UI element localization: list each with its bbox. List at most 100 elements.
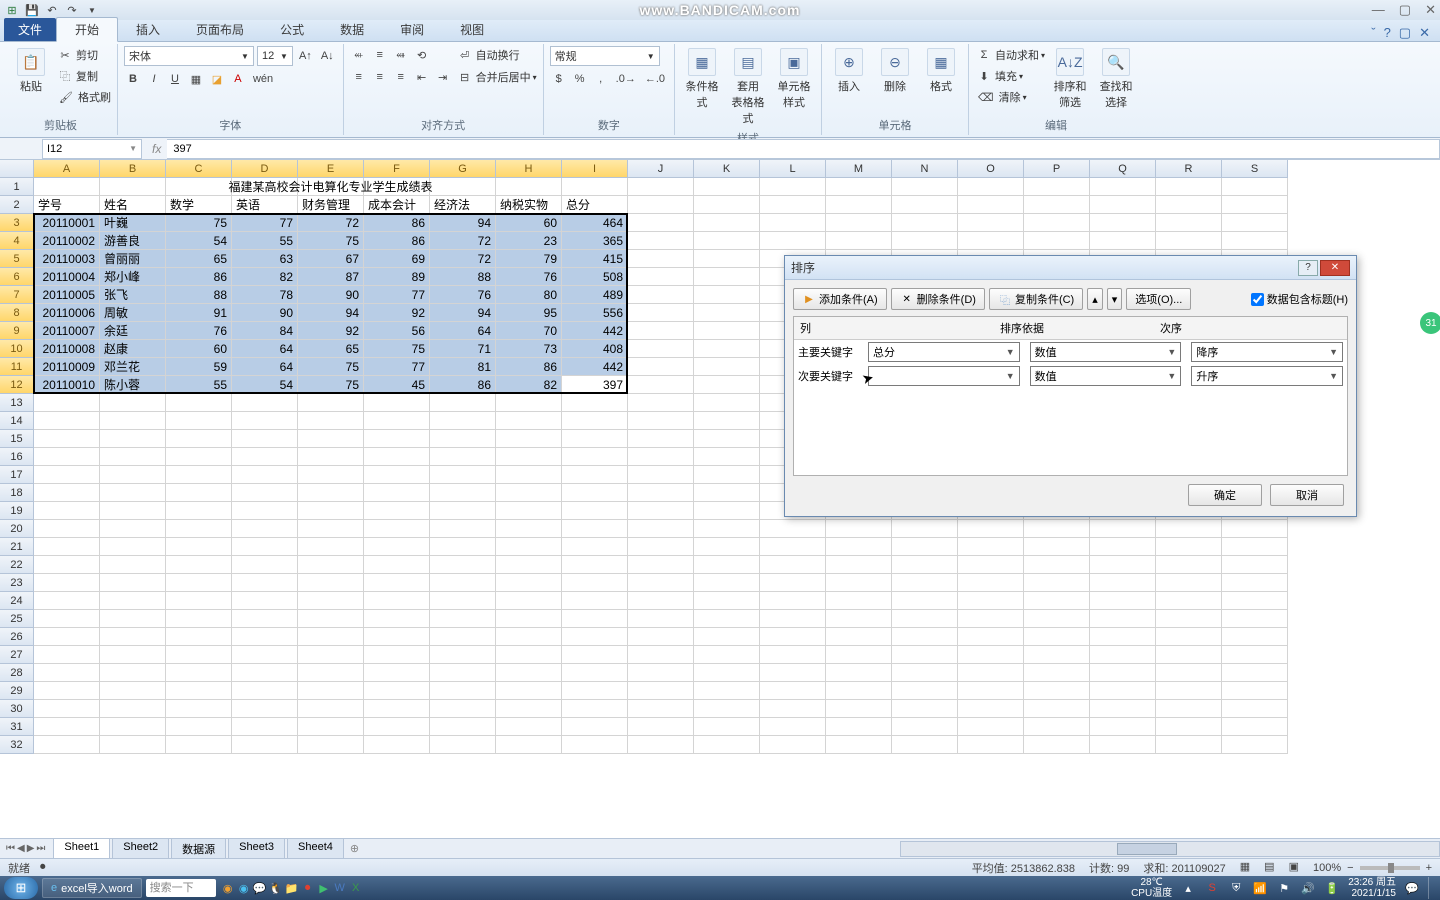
cell-P26[interactable]: [1024, 628, 1090, 646]
cell-K29[interactable]: [694, 682, 760, 700]
cell-D5[interactable]: 63: [232, 250, 298, 268]
cell-I29[interactable]: [562, 682, 628, 700]
cell-S26[interactable]: [1222, 628, 1288, 646]
delete-button[interactable]: ⊖删除: [874, 46, 916, 96]
col-header-B[interactable]: B: [100, 160, 166, 178]
cell-Q24[interactable]: [1090, 592, 1156, 610]
cell-A24[interactable]: [34, 592, 100, 610]
cell-J10[interactable]: [628, 340, 694, 358]
cell-B18[interactable]: [100, 484, 166, 502]
cell-H22[interactable]: [496, 556, 562, 574]
cell-D29[interactable]: [232, 682, 298, 700]
maximize-icon[interactable]: ▢: [1399, 2, 1411, 18]
cell-J16[interactable]: [628, 448, 694, 466]
cell-P32[interactable]: [1024, 736, 1090, 754]
cell-K10[interactable]: [694, 340, 760, 358]
row-header-14[interactable]: 14: [0, 412, 34, 430]
row-header-21[interactable]: 21: [0, 538, 34, 556]
cell-K32[interactable]: [694, 736, 760, 754]
cell-C27[interactable]: [166, 646, 232, 664]
cell-I2[interactable]: 总分: [562, 196, 628, 214]
cell-E12[interactable]: 75: [298, 376, 364, 394]
percent-icon[interactable]: %: [571, 70, 589, 88]
cell-C23[interactable]: [166, 574, 232, 592]
cell-B11[interactable]: 邓兰花: [100, 358, 166, 376]
cell-A15[interactable]: [34, 430, 100, 448]
cell-J30[interactable]: [628, 700, 694, 718]
tab-review[interactable]: 审阅: [382, 18, 442, 41]
cell-D23[interactable]: [232, 574, 298, 592]
cell-J31[interactable]: [628, 718, 694, 736]
cell-L4[interactable]: [760, 232, 826, 250]
cell-B13[interactable]: [100, 394, 166, 412]
cell-K21[interactable]: [694, 538, 760, 556]
inc-decimal-icon[interactable]: .0→: [613, 70, 639, 88]
sheet-tab-数据源[interactable]: 数据源: [171, 838, 226, 859]
cell-J22[interactable]: [628, 556, 694, 574]
cell-A10[interactable]: 20110008: [34, 340, 100, 358]
cell-N22[interactable]: [892, 556, 958, 574]
cell-A26[interactable]: [34, 628, 100, 646]
cell-D31[interactable]: [232, 718, 298, 736]
cell-A12[interactable]: 20110010: [34, 376, 100, 394]
cell-H25[interactable]: [496, 610, 562, 628]
cell-J18[interactable]: [628, 484, 694, 502]
cell-H24[interactable]: [496, 592, 562, 610]
insert-button[interactable]: ⊕插入: [828, 46, 870, 96]
cell-O20[interactable]: [958, 520, 1024, 538]
sheet-tab-Sheet3[interactable]: Sheet3: [228, 838, 285, 859]
cell-A2[interactable]: 学号: [34, 196, 100, 214]
row-header-12[interactable]: 12: [0, 376, 34, 394]
cell-Q25[interactable]: [1090, 610, 1156, 628]
cell-F26[interactable]: [364, 628, 430, 646]
cell-C19[interactable]: [166, 502, 232, 520]
cell-A6[interactable]: 20110004: [34, 268, 100, 286]
cell-M21[interactable]: [826, 538, 892, 556]
cell-C30[interactable]: [166, 700, 232, 718]
cell-B28[interactable]: [100, 664, 166, 682]
cell-D13[interactable]: [232, 394, 298, 412]
cell-O32[interactable]: [958, 736, 1024, 754]
cell-B3[interactable]: 叶巍: [100, 214, 166, 232]
cell-K8[interactable]: [694, 304, 760, 322]
cell-C9[interactable]: 76: [166, 322, 232, 340]
row-header-15[interactable]: 15: [0, 430, 34, 448]
folder-icon[interactable]: 📁: [284, 880, 300, 896]
cell-S32[interactable]: [1222, 736, 1288, 754]
cell-J23[interactable]: [628, 574, 694, 592]
dialog-close-icon[interactable]: ✕: [1320, 260, 1350, 276]
cell-E13[interactable]: [298, 394, 364, 412]
cell-H18[interactable]: [496, 484, 562, 502]
move-down-button[interactable]: ▾: [1107, 288, 1123, 310]
cell-H10[interactable]: 73: [496, 340, 562, 358]
action-center-icon[interactable]: 💬: [1404, 880, 1420, 896]
move-up-button[interactable]: ▴: [1087, 288, 1103, 310]
sheet-tab-Sheet4[interactable]: Sheet4: [287, 838, 344, 859]
cell-E28[interactable]: [298, 664, 364, 682]
tab-layout[interactable]: 页面布局: [178, 18, 262, 41]
cell-G25[interactable]: [430, 610, 496, 628]
cell-D12[interactable]: 54: [232, 376, 298, 394]
cell-L21[interactable]: [760, 538, 826, 556]
wrap-icon[interactable]: ⏎: [456, 46, 474, 64]
cell-I9[interactable]: 442: [562, 322, 628, 340]
cell-R20[interactable]: [1156, 520, 1222, 538]
cell-K18[interactable]: [694, 484, 760, 502]
cell-style-button[interactable]: ▣单元格样式: [773, 46, 815, 112]
cell-C31[interactable]: [166, 718, 232, 736]
cell-C8[interactable]: 91: [166, 304, 232, 322]
cell-A32[interactable]: [34, 736, 100, 754]
cell-S27[interactable]: [1222, 646, 1288, 664]
cell-A25[interactable]: [34, 610, 100, 628]
phonetic-icon[interactable]: wén: [250, 70, 276, 88]
row-header-5[interactable]: 5: [0, 250, 34, 268]
cell-M27[interactable]: [826, 646, 892, 664]
cell-M28[interactable]: [826, 664, 892, 682]
cell-D7[interactable]: 78: [232, 286, 298, 304]
col-header-Q[interactable]: Q: [1090, 160, 1156, 178]
sort-on-select[interactable]: 数值▼: [1030, 342, 1182, 362]
cell-I7[interactable]: 489: [562, 286, 628, 304]
cell-Q32[interactable]: [1090, 736, 1156, 754]
cell-C24[interactable]: [166, 592, 232, 610]
cell-D32[interactable]: [232, 736, 298, 754]
